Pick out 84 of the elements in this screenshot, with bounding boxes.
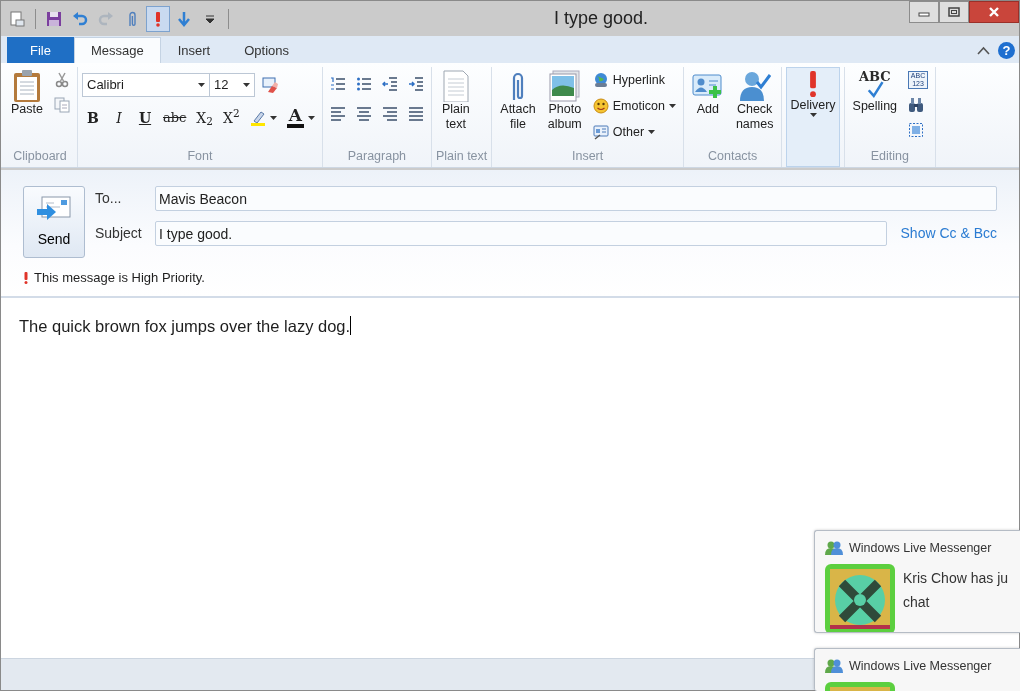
ribbon-button[interactable]: Delivery	[786, 67, 840, 167]
close-icon	[988, 6, 1000, 18]
people-icon	[825, 540, 843, 557]
down-arrow-icon	[176, 10, 192, 27]
message-text: The quick brown fox jumps over the lazy dog.	[19, 316, 351, 335]
ribbon-tab[interactable]: Message	[73, 37, 161, 63]
format-button[interactable]: abc	[160, 106, 190, 129]
restore-icon	[948, 7, 960, 17]
select-icon	[908, 122, 925, 138]
align-right-icon	[381, 106, 398, 122]
bullet-list-icon	[355, 76, 372, 92]
new-message-icon	[9, 10, 25, 27]
priority-notice: This message is High Priority.	[34, 269, 205, 287]
justify-icon	[407, 106, 424, 122]
scissors-icon	[54, 72, 70, 88]
highlighter-icon	[249, 109, 266, 126]
subject-field[interactable]: I type good.	[155, 221, 887, 246]
format-button[interactable]: X$^{2}$	[220, 106, 243, 129]
indent-icon	[407, 76, 424, 92]
binoculars-icon	[908, 97, 925, 113]
ribbon-button[interactable]: Plain text	[435, 67, 476, 135]
caret-icon	[198, 82, 205, 87]
outdent-icon	[381, 76, 398, 92]
group-label: Contacts	[707, 148, 759, 165]
text-cursor	[350, 315, 352, 335]
send-button[interactable]: Send	[23, 186, 85, 258]
group-label: Editing	[869, 148, 910, 165]
show-cc-bcc-link[interactable]: Show Cc & Bcc	[900, 223, 997, 244]
format-button[interactable]: X$_{2}$	[193, 106, 216, 129]
field-label: Subject	[95, 224, 143, 243]
notification-popup[interactable]: Windows Live Messenger	[814, 648, 1020, 691]
save-icon	[46, 10, 62, 27]
notification-title: Windows Live Messenger	[849, 658, 992, 675]
format-button[interactable]: I	[108, 106, 130, 129]
close-button[interactable]	[969, 1, 1019, 23]
globe-icon	[592, 72, 609, 89]
people-icon	[825, 658, 843, 675]
notification-title: Windows Live Messenger	[849, 540, 992, 557]
numbered-list-icon	[329, 76, 346, 92]
undo-icon	[72, 10, 88, 27]
ribbon-button[interactable]: Photo album	[543, 67, 586, 135]
group-label: Insert	[570, 148, 605, 165]
ribbon-button[interactable]: Check names	[731, 67, 778, 135]
group-label: Plain text	[435, 148, 488, 165]
size-dropdown[interactable]: 12	[209, 73, 255, 97]
copy-icon	[54, 97, 70, 113]
ribbon-button[interactable]: Other	[589, 120, 679, 144]
format-button[interactable]: B	[82, 106, 104, 129]
ribbon-button[interactable]: Hyperlink	[589, 69, 679, 92]
notification-message: Kris Chow has ju chat	[903, 568, 1009, 612]
caret-icon	[243, 82, 250, 87]
eraser-icon	[262, 77, 278, 93]
help-icon[interactable]: ?	[998, 42, 1015, 59]
toolbar-button[interactable]	[259, 74, 281, 96]
ribbon-button[interactable]: Emoticon	[589, 94, 679, 118]
clipboard-icon	[11, 70, 43, 102]
font-dropdown[interactable]: Calibri	[82, 73, 210, 97]
person-check-icon	[738, 70, 771, 102]
group-label: Font	[186, 148, 214, 165]
exclamation-icon	[809, 70, 817, 98]
to-field[interactable]: Mavis Beacon	[155, 186, 997, 211]
to-button[interactable]: To...	[95, 188, 147, 209]
smiley-icon	[592, 98, 609, 115]
chevron-up-icon	[977, 46, 990, 55]
format-button[interactable]: A	[283, 105, 318, 130]
group-label: Paragraph	[346, 148, 408, 165]
ribbon-button[interactable]: Attach file	[496, 67, 540, 135]
ribbon-button[interactable]: Paste	[7, 67, 47, 120]
notification-popup[interactable]: Windows Live Messenger Kris Chow has ju chat	[814, 530, 1020, 633]
file-menu-tab[interactable]: File	[7, 37, 74, 63]
align-left-icon	[329, 106, 346, 122]
ribbon-tab[interactable]: Insert	[160, 37, 228, 63]
window-title: I type good.	[552, 7, 650, 30]
card-icon	[592, 123, 609, 140]
redo-icon	[98, 10, 114, 27]
align-center-icon	[355, 106, 372, 122]
ribbon-tab[interactable]: Options	[227, 37, 307, 63]
format-button[interactable]: U	[134, 106, 156, 129]
group-label: Clipboard	[12, 148, 68, 165]
ribbon-button[interactable]: Add	[687, 67, 728, 120]
maximize-button[interactable]	[939, 1, 969, 23]
exclamation-icon	[23, 271, 29, 284]
photo-icon	[548, 70, 581, 102]
ribbon-button[interactable]: ABC Spelling	[848, 67, 902, 117]
